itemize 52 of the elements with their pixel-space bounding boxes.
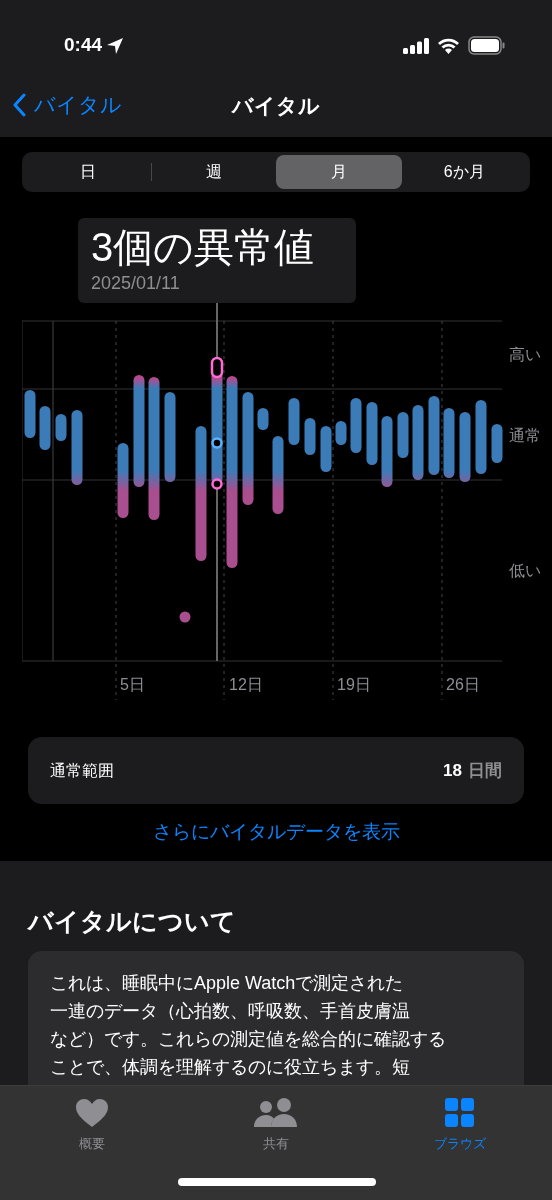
axis-label: 19日 [337, 675, 371, 695]
about-text-line: 一連のデータ（心拍数、呼吸数、手首皮膚温 [50, 1000, 411, 1023]
range-bar [397, 412, 409, 458]
tab-bar-item[interactable]: 概要 [40, 1098, 144, 1154]
range-bar [443, 408, 455, 478]
range-bar [55, 414, 67, 441]
chevron-left-icon [12, 92, 26, 117]
data-point [179, 611, 191, 623]
status-time: 0:44 [64, 33, 103, 58]
summary-label: 通常範囲 [50, 760, 114, 781]
people-icon [254, 1098, 298, 1128]
tooltip-date: 2025/01/11 [91, 272, 181, 294]
axis-label: 12日 [229, 675, 263, 695]
show-more-link[interactable]: さらにバイタルデータを表示 [152, 818, 400, 847]
about-text-line: ことで、体調を理解するのに役立ちます。短 [50, 1056, 411, 1079]
heart-icon [75, 1098, 109, 1128]
axis-label: 通常 [509, 426, 541, 446]
axis-label: 26日 [446, 675, 480, 695]
about-text-line: これは、睡眠中にApple Watchで測定された [50, 972, 405, 995]
about-text-line: など）です。これらの測定値を総合的に確認する [50, 1028, 447, 1051]
wifi-icon [437, 37, 460, 54]
battery-icon [468, 36, 506, 55]
section-heading: バイタルについて [28, 906, 237, 937]
range-bar [257, 408, 269, 430]
axis-label: 5日 [120, 675, 145, 695]
axis-label: 高い [509, 345, 541, 365]
tab-bar-item[interactable]: ブラウズ [408, 1098, 512, 1154]
range-bar [381, 416, 393, 487]
tooltip-title: 3個の異常値 [91, 224, 316, 271]
period-tab[interactable]: 6か月 [401, 155, 527, 189]
range-bar [335, 421, 347, 445]
range-bar [39, 406, 51, 450]
signal-icon [403, 37, 429, 54]
page-title: バイタル [232, 93, 320, 120]
range-bar [320, 426, 332, 472]
range-bar [459, 412, 471, 482]
tab-bar-item[interactable]: 共有 [224, 1098, 328, 1154]
period-tab[interactable]: 日 [25, 155, 151, 189]
range-bar [350, 398, 362, 453]
summary-value: 18 [443, 759, 462, 782]
range-bar [304, 418, 316, 455]
axis-label: 低い [509, 561, 541, 581]
range-bar [491, 424, 503, 463]
grid-icon [445, 1098, 475, 1128]
range-bar [366, 402, 378, 465]
period-tab[interactable]: 月 [276, 155, 402, 189]
back-button[interactable]: バイタル [12, 89, 122, 121]
period-tab[interactable]: 週 [151, 155, 276, 189]
summary-unit: 日間 [468, 759, 502, 782]
range-bar [24, 390, 36, 438]
range-bar [288, 398, 300, 445]
location-arrow-icon [106, 36, 125, 55]
